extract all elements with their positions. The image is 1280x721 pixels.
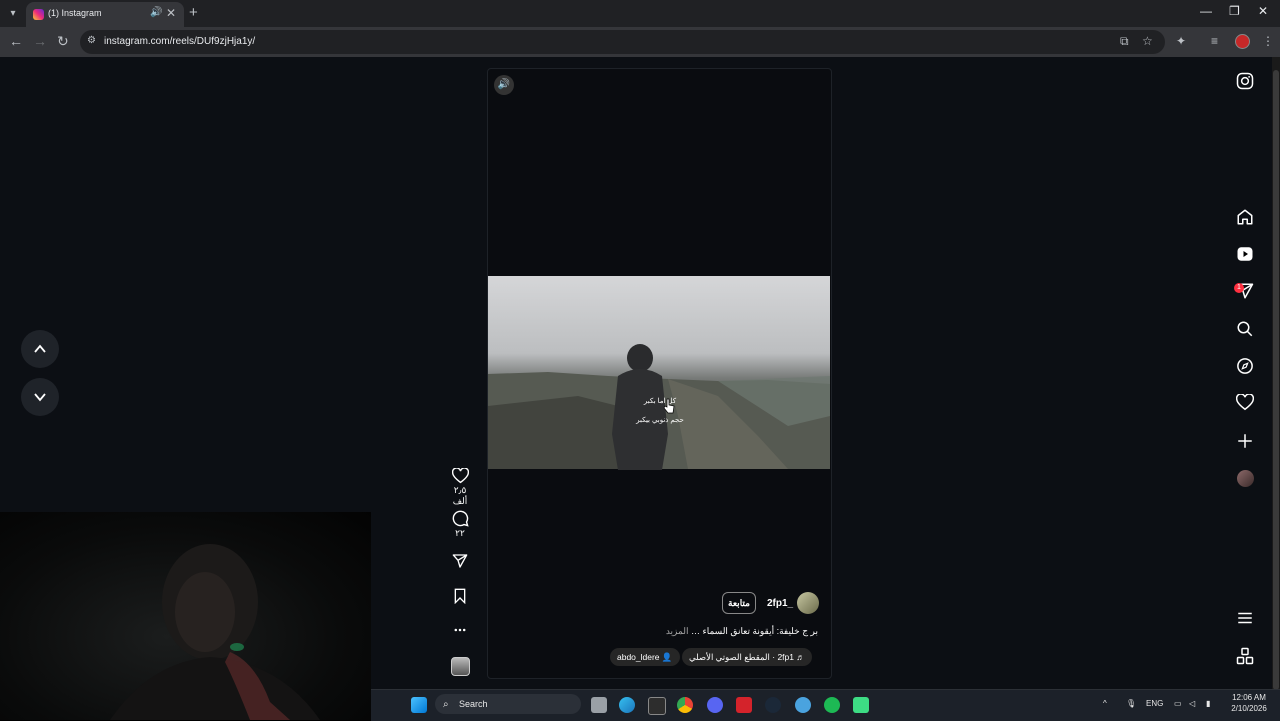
follow-button[interactable]: متابعة [722, 592, 756, 614]
browser-toolbar: ← → ↻ ⚙ instagram.com/reels/DUf9zjHja1y/… [0, 27, 1280, 57]
volume-icon[interactable]: 🔊 [494, 75, 514, 95]
author-username[interactable]: 2fp1_ [767, 598, 793, 609]
instagram-favicon-icon [33, 9, 44, 20]
also-from-meta-icon[interactable] [1236, 647, 1256, 667]
battery-icon[interactable]: ▮ [1206, 699, 1210, 708]
network-icon[interactable]: ▭ [1174, 699, 1182, 708]
terminal-icon[interactable] [648, 697, 666, 715]
previous-reel-button[interactable] [21, 330, 59, 368]
explore-compass-icon[interactable] [1236, 357, 1256, 377]
browser-tabstrip: ▾ (1) Instagram 🔊 ✕ + — ❐ ✕ [0, 0, 1280, 27]
menu-dots-icon[interactable]: ⋮ [1262, 34, 1274, 48]
paper-plane-icon [452, 554, 468, 568]
clock-date: 2/10/2026 [1231, 704, 1267, 713]
audio-chip[interactable]: ♬ 2fp1 · المقطع الصوتي الأصلي [682, 648, 812, 666]
person-icon: 👤 [659, 652, 673, 662]
address-bar[interactable]: ⚙ instagram.com/reels/DUf9zjHja1y/ ⧉ ☆ [80, 30, 1165, 54]
reel-caption[interactable]: بر ج خليفة: أيقونة تعانق السماء … المزيد [560, 626, 818, 637]
reels-icon[interactable] [1236, 245, 1256, 265]
chevron-up-icon [34, 344, 46, 353]
more-options-action[interactable] [446, 624, 474, 636]
tray-overflow-icon[interactable]: ^ [1103, 699, 1107, 708]
author-avatar[interactable] [797, 592, 819, 614]
restore-icon[interactable]: ❐ [1229, 4, 1240, 18]
close-tab-icon[interactable]: ✕ [166, 6, 176, 20]
video-subtitle-line1: كل اما بكبر [643, 398, 677, 405]
tab-title: (1) Instagram [48, 8, 102, 18]
new-tab-icon[interactable]: + [189, 4, 198, 21]
bookmark-icon [454, 588, 466, 604]
lightshot-icon[interactable] [736, 697, 752, 713]
messages-badge: 1 [1234, 283, 1244, 293]
webcam-overlay [0, 512, 371, 720]
hamburger-menu-icon[interactable] [1236, 609, 1256, 629]
notifications-heart-icon[interactable] [1235, 393, 1256, 414]
language-indicator[interactable]: ENG [1146, 699, 1163, 708]
android-app-icon[interactable] [853, 697, 869, 713]
share-action[interactable] [446, 553, 474, 569]
taskbar-search-label: Search [459, 699, 488, 709]
person-silhouette-icon [110, 544, 320, 720]
forward-icon[interactable]: → [33, 33, 47, 49]
volume-tray-icon[interactable]: ◁ [1189, 699, 1195, 708]
edge-browser-icon[interactable] [619, 697, 635, 713]
save-action[interactable] [446, 588, 474, 604]
system-clock[interactable]: 12:06 AM 2/10/2026 [1226, 692, 1272, 714]
home-icon[interactable] [1236, 208, 1256, 228]
speaker-icon[interactable]: 🔊 [150, 7, 162, 18]
tagged-username: abdo_ldere [617, 652, 660, 662]
create-plus-icon[interactable] [1236, 432, 1256, 452]
tab-search-icon[interactable]: ▾ [5, 6, 21, 22]
taskbar-search-icon: ⌕ [443, 699, 449, 710]
microphone-icon[interactable]: 🎙 [1126, 699, 1136, 708]
hand-cursor-icon [663, 398, 675, 414]
like-count: ٢٫٥ ألف [452, 485, 468, 506]
comment-count: ٢٢ [455, 528, 465, 538]
like-action[interactable]: ٢٫٥ ألف [446, 468, 474, 507]
profile-avatar[interactable] [1237, 470, 1254, 487]
chrome-browser-icon[interactable] [677, 697, 693, 713]
tagged-user-chip[interactable]: 👤 abdo_ldere [610, 648, 680, 666]
caption-text: بر ج خليفة: أيقونة تعانق السماء … [690, 626, 818, 636]
comment-action[interactable]: ٢٢ [446, 510, 474, 539]
browser-tab[interactable]: (1) Instagram 🔊 ✕ [26, 2, 184, 27]
scrollbar-thumb[interactable] [1273, 70, 1279, 690]
url-text: instagram.com/reels/DUf9zjHja1y/ [104, 36, 256, 47]
instagram-logo-icon[interactable] [1236, 72, 1256, 92]
more-dots-icon [454, 628, 466, 632]
video-subtitle-line2: حجم ذنوبي بيكبر [636, 417, 684, 424]
comment-icon [452, 510, 469, 527]
steam-icon[interactable] [765, 697, 781, 713]
next-reel-button[interactable] [21, 378, 59, 416]
sync-app-icon[interactable] [795, 697, 811, 713]
audio-thumbnail[interactable] [451, 657, 470, 676]
search-icon[interactable] [1236, 320, 1256, 340]
task-view-icon[interactable] [591, 697, 607, 713]
clock-time: 12:06 AM [1232, 693, 1266, 702]
discord-icon[interactable] [707, 697, 723, 713]
taskbar-search[interactable] [435, 694, 581, 714]
extensions-icon[interactable]: ✦ [1176, 34, 1186, 48]
bookmark-star-icon[interactable]: ☆ [1142, 34, 1153, 48]
chevron-down-icon [34, 393, 46, 402]
spotify-icon[interactable] [824, 697, 840, 713]
heart-icon [451, 468, 469, 484]
install-app-icon[interactable]: ⧉ [1120, 34, 1129, 49]
audio-label: 2fp1 · المقطع الصوتي الأصلي [689, 652, 794, 662]
back-icon[interactable]: ← [9, 33, 23, 49]
windows-start-icon[interactable] [411, 697, 427, 713]
site-info-icon[interactable]: ⚙ [87, 35, 96, 46]
music-note-icon: ♬ [793, 652, 805, 662]
reload-icon[interactable]: ↻ [57, 33, 69, 50]
minimize-icon[interactable]: — [1200, 4, 1212, 18]
close-window-icon[interactable]: ✕ [1258, 4, 1268, 18]
caption-more-link[interactable]: المزيد [666, 626, 689, 636]
media-control-icon[interactable]: ≡ [1211, 34, 1218, 48]
profile-avatar-icon[interactable] [1235, 34, 1250, 49]
